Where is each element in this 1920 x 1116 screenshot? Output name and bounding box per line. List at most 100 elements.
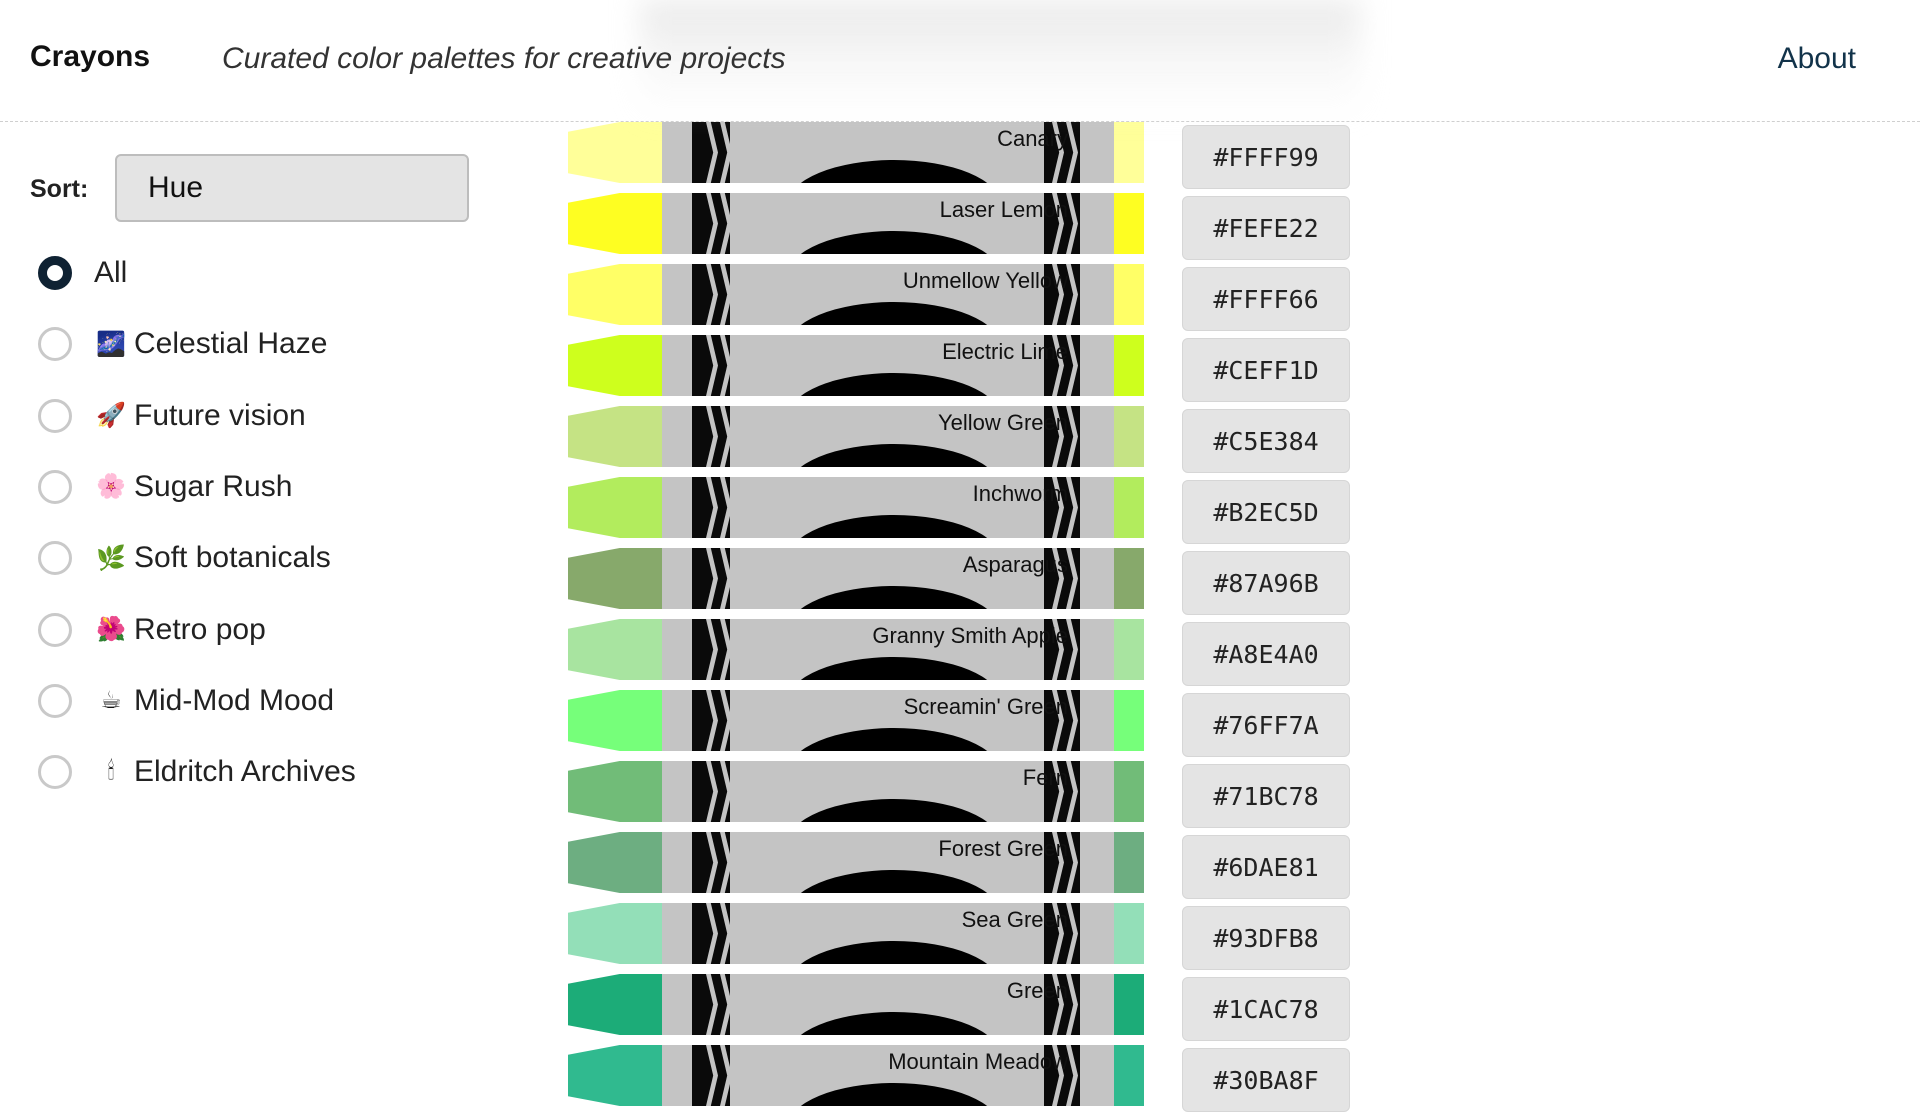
crayon-swatch[interactable]: Screamin' Green xyxy=(568,690,1144,751)
hex-code-button[interactable]: #A8E4A0 xyxy=(1182,622,1350,686)
wrapper-label-oval xyxy=(788,160,1000,183)
radio-button[interactable] xyxy=(38,541,72,576)
crayon-swatch[interactable]: Laser Lemon xyxy=(568,193,1144,254)
crayon-end xyxy=(1114,264,1144,325)
hex-code-button[interactable]: #6DAE81 xyxy=(1182,835,1350,899)
crayon-row: Mountain Meadow #30BA8F xyxy=(568,1045,1368,1116)
palette-emoji-icon: ☕ xyxy=(100,687,122,715)
filter-option[interactable]: 🌸 Sugar Rush xyxy=(38,464,468,510)
crayon-tip xyxy=(568,690,662,751)
hex-code-button[interactable]: #30BA8F xyxy=(1182,1048,1350,1112)
radio-button[interactable] xyxy=(38,327,72,362)
radio-button[interactable] xyxy=(38,612,72,647)
crayon-row: Granny Smith Apple #A8E4A0 xyxy=(568,619,1368,690)
crayon-row: Asparagus #87A96B xyxy=(568,548,1368,619)
filter-option-label: Sugar Rush xyxy=(134,469,293,503)
hex-code-button[interactable]: #76FF7A xyxy=(1182,693,1350,757)
crayon-row: Sea Green #93DFB8 xyxy=(568,903,1368,974)
filter-option-label: Soft botanicals xyxy=(134,541,331,575)
crayon-swatch[interactable]: Mountain Meadow xyxy=(568,1045,1144,1106)
crayon-tip xyxy=(568,264,662,325)
radio-button[interactable] xyxy=(38,469,72,504)
crayon-name: Green xyxy=(1006,978,1068,1003)
filter-option[interactable]: 🌿 Soft botanicals xyxy=(38,535,468,581)
filter-option-label: Mid-Mod Mood xyxy=(134,683,335,717)
crayon-swatch[interactable]: Unmellow Yellow xyxy=(568,264,1144,325)
crayon-row: Screamin' Green #76FF7A xyxy=(568,690,1368,761)
radio-button[interactable] xyxy=(38,256,72,290)
crayon-swatch[interactable]: Sea Green xyxy=(568,903,1144,964)
palette-emoji-icon: 🕯 xyxy=(107,758,115,786)
crayon-row: Forest Green #6DAE81 xyxy=(568,832,1368,903)
crayon-wrapper xyxy=(662,122,1044,183)
palette-emoji-icon: 🌺 xyxy=(96,616,126,643)
filter-option[interactable]: 🌺 Retro pop xyxy=(38,607,468,653)
top-header: Crayons Curated color palettes for creat… xyxy=(0,0,1920,122)
crayon-swatch[interactable]: Granny Smith Apple xyxy=(568,619,1144,680)
wrapper-label-oval xyxy=(788,1083,1000,1106)
hex-code-button[interactable]: #71BC78 xyxy=(1182,764,1350,828)
filter-option[interactable]: All xyxy=(38,250,468,296)
about-link[interactable]: About xyxy=(1778,42,1856,76)
crayon-end xyxy=(1114,690,1144,751)
palette-emoji-icon: 🚀 xyxy=(96,402,126,430)
crayon-row: Unmellow Yellow #FFFF66 xyxy=(568,264,1368,335)
wrapper-label-oval xyxy=(788,231,1000,254)
hex-code-button[interactable]: #93DFB8 xyxy=(1182,906,1350,970)
filter-option-label: Future vision xyxy=(134,398,306,432)
filter-option-label: Celestial Haze xyxy=(134,327,328,361)
crayon-tip xyxy=(568,122,662,183)
sort-select[interactable]: Hue xyxy=(115,154,469,222)
hex-code-button[interactable]: #FFFF99 xyxy=(1182,125,1350,189)
radio-button[interactable] xyxy=(38,683,72,718)
crayon-swatch[interactable]: Fern xyxy=(568,761,1144,822)
crayon-row: Canary #FFFF99 xyxy=(568,122,1368,193)
app-title[interactable]: Crayons xyxy=(30,40,150,74)
crayon-row: Inchworm #B2EC5D xyxy=(568,477,1368,548)
crayon-name: Forest Green xyxy=(938,836,1068,861)
hex-code-button[interactable]: #B2EC5D xyxy=(1182,480,1350,544)
crayon-tip xyxy=(568,1045,662,1106)
wrapper-label-oval xyxy=(788,444,1000,467)
crayon-name: Asparagus xyxy=(962,552,1068,577)
filter-option-label: All xyxy=(94,256,128,289)
crayon-swatch[interactable]: Inchworm xyxy=(568,477,1144,538)
radio-button[interactable] xyxy=(38,398,72,433)
palette-emoji-icon: 🌿 xyxy=(96,544,126,572)
crayon-end xyxy=(1114,548,1144,609)
wrapper-label-oval xyxy=(788,586,1000,609)
crayon-row: Yellow Green #C5E384 xyxy=(568,406,1368,477)
crayon-swatch[interactable]: Yellow Green xyxy=(568,406,1144,467)
wrapper-label-oval xyxy=(788,515,1000,538)
crayon-tip xyxy=(568,619,662,680)
crayon-swatch[interactable]: Electric Lime xyxy=(568,335,1144,396)
crayon-tip xyxy=(568,193,662,254)
filter-option[interactable]: 🌌 Celestial Haze xyxy=(38,321,468,367)
crayon-end xyxy=(1114,477,1144,538)
crayon-end xyxy=(1114,761,1144,822)
filter-option[interactable]: ☕ Mid-Mod Mood xyxy=(38,678,468,724)
crayon-end xyxy=(1114,832,1144,893)
hex-code-button[interactable]: #FFFF66 xyxy=(1182,267,1350,331)
wrapper-label-oval xyxy=(788,799,1000,822)
crayon-wrapper xyxy=(662,761,1044,822)
filter-option[interactable]: 🕯 Eldritch Archives xyxy=(38,749,468,795)
crayon-name: Laser Lemon xyxy=(939,197,1068,222)
hex-code-button[interactable]: #FEFE22 xyxy=(1182,196,1350,260)
hex-code-button[interactable]: #87A96B xyxy=(1182,551,1350,615)
crayon-swatch[interactable]: Green xyxy=(568,974,1144,1035)
crayon-swatch[interactable]: Asparagus xyxy=(568,548,1144,609)
crayon-tip xyxy=(568,974,662,1035)
crayon-swatch[interactable]: Canary xyxy=(568,122,1144,183)
crayon-tip xyxy=(568,335,662,396)
hex-code-button[interactable]: #CEFF1D xyxy=(1182,338,1350,402)
radio-button[interactable] xyxy=(38,755,72,790)
crayon-tip xyxy=(568,406,662,467)
crayon-tip xyxy=(568,832,662,893)
filter-option[interactable]: 🚀 Future vision xyxy=(38,393,468,439)
hex-code-button[interactable]: #C5E384 xyxy=(1182,409,1350,473)
filter-option-label: Eldritch Archives xyxy=(134,755,356,789)
wrapper-label-oval xyxy=(788,302,1000,325)
hex-code-button[interactable]: #1CAC78 xyxy=(1182,977,1350,1041)
crayon-swatch[interactable]: Forest Green xyxy=(568,832,1144,893)
